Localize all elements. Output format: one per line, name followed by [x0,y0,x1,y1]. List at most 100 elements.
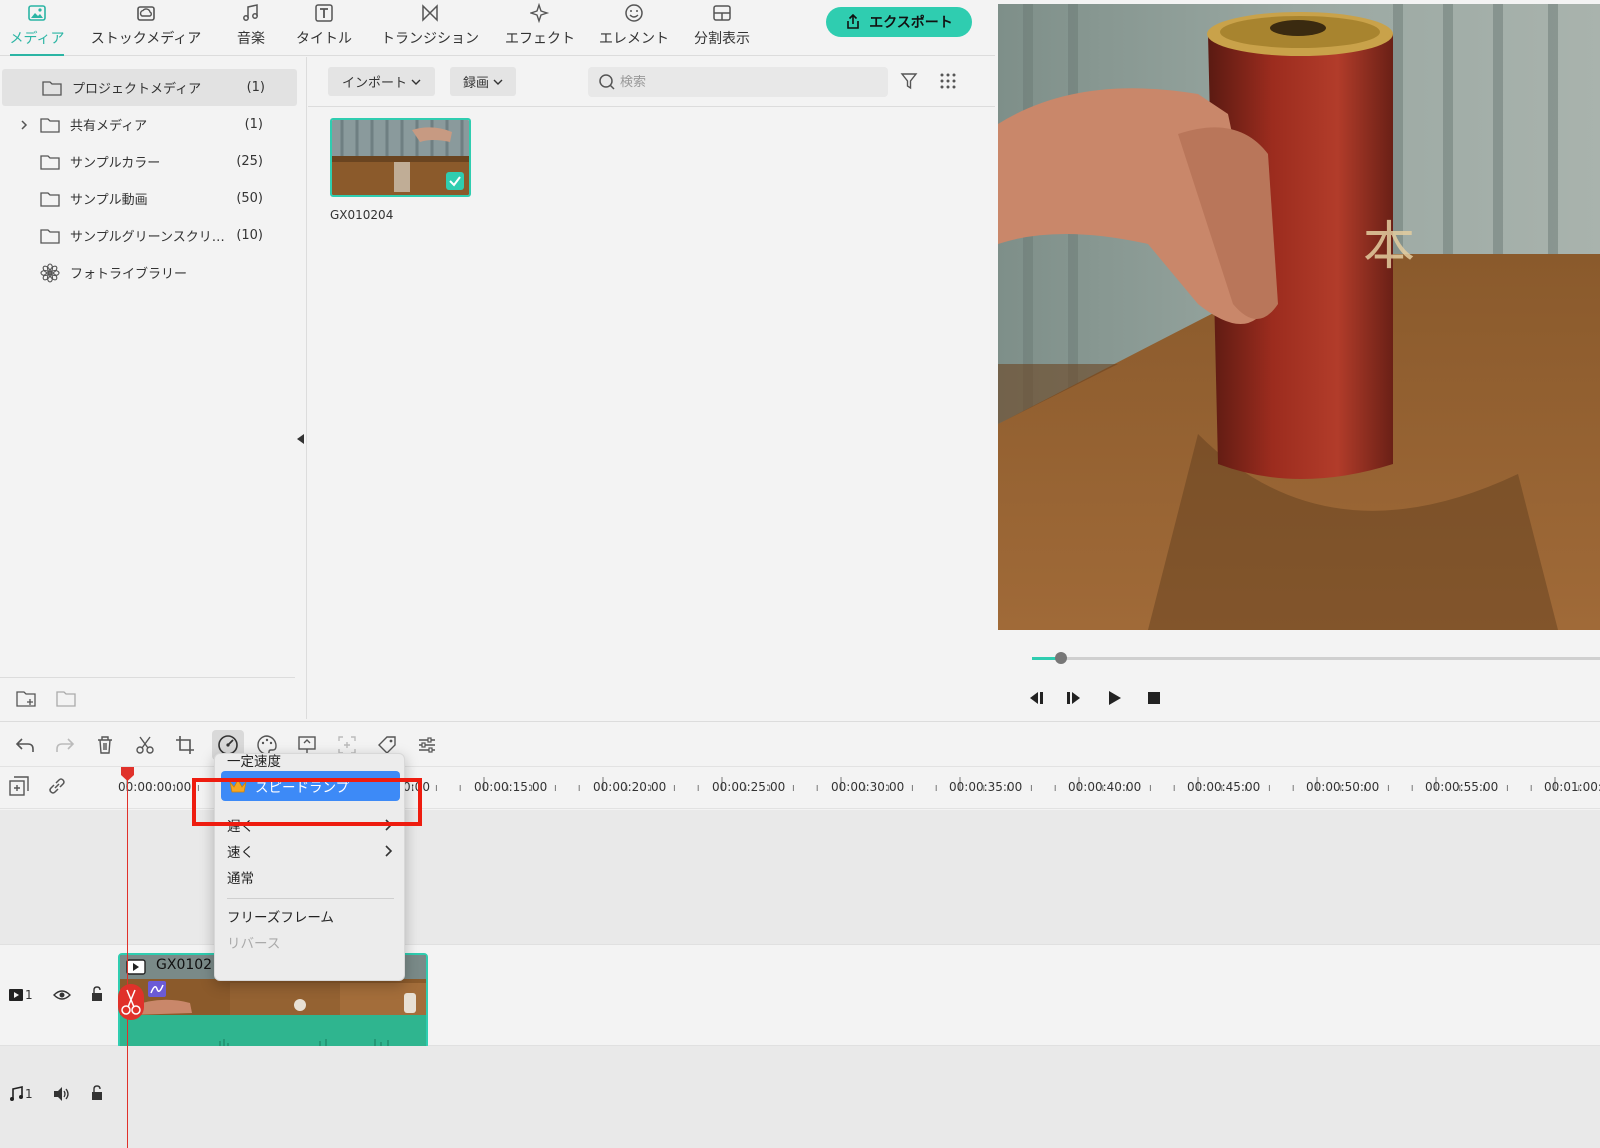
speaker-icon[interactable] [53,1086,71,1102]
lock-icon[interactable] [88,986,106,1002]
tab-music[interactable]: 音楽 [228,0,274,56]
video-track-number: 1 [25,988,33,1002]
filter-icon[interactable] [900,72,918,90]
preview-controls [998,640,1600,720]
tick-label: 00:00:55:00 [1425,780,1499,794]
tick-label: 00:00:20:00 [593,780,667,794]
audio-track-number: 1 [25,1087,33,1101]
tab-transition[interactable]: トランジション [376,0,484,56]
folder-name: サンプルグリーンスクリ… [70,230,225,245]
import-label: インポート [341,76,407,91]
menu-label: 速く [227,845,254,861]
audio-track[interactable]: 1 [0,1046,1600,1148]
tick-label: 00:00:00:00 [118,780,192,794]
import-dropdown[interactable]: インポート [328,67,435,96]
chevron-right-icon[interactable] [18,119,30,131]
folder-name: サンプルカラー [70,156,161,171]
export-label: エクスポート [869,15,953,31]
menu-label: リバース [227,936,281,952]
adjust-sliders-icon[interactable] [416,734,438,756]
undo-icon[interactable] [14,734,36,756]
chevron-down-icon [493,79,503,85]
tick-label: 00:00:15:00 [474,780,548,794]
video-preview: 本 [998,4,1600,630]
sidebar-item-sample-video[interactable]: サンプル動画 (50) [0,180,295,217]
music-note-icon [243,4,258,21]
clip-name: GX0102 [156,957,213,973]
grid-view-icon[interactable] [939,72,957,90]
sidebar-item-project-media[interactable]: プロジェクトメディア (1) [2,69,297,106]
video-track-icon [9,989,23,1001]
folder-count: (10) [236,228,263,243]
crop-icon[interactable] [174,734,196,756]
speed-curve-icon [148,981,166,997]
eye-icon[interactable] [53,987,71,1003]
folder-name: プロジェクトメディア [72,82,202,97]
export-icon [847,14,860,29]
top-tab-bar: メディア ストックメディア 音楽 タイトル トランジション エフェクト エレメン… [0,0,995,56]
sidebar-item-sample-color[interactable]: サンプルカラー (25) [0,143,295,180]
folder-icon [40,228,60,244]
menu-label: 通常 [227,871,254,887]
sidebar-item-sample-greenscreen[interactable]: サンプルグリーンスクリ… (10) [0,217,295,254]
image-icon [28,5,46,21]
folder-name: 共有メディア [70,119,148,134]
tab-element[interactable]: エレメント [596,0,672,56]
redo-icon[interactable] [54,734,76,756]
tick-label: 00:00:30:00 [831,780,905,794]
preview-frame-image: 本 [998,4,1600,630]
collapse-panel-icon[interactable] [297,434,305,444]
playback-scrubber-handle[interactable] [1055,652,1067,664]
menu-separator [227,898,394,899]
search-icon [599,74,615,90]
search-input[interactable] [620,74,870,90]
tab-split-screen[interactable]: 分割表示 [690,0,754,56]
sidebar-footer [0,677,295,719]
split-scissors-marker-icon[interactable] [118,984,144,1020]
export-button[interactable]: エクスポート [826,7,972,37]
playhead-handle[interactable] [121,767,134,781]
play-icon[interactable] [1104,688,1124,708]
tab-media[interactable]: メディア [6,0,68,56]
tick-label: 00:00:25:00 [712,780,786,794]
tab-stock-media[interactable]: ストックメディア [86,0,206,56]
transition-icon [422,4,438,22]
media-library-sidebar: プロジェクトメディア (1) 共有メディア (1) サンプルカラー (25) サ… [0,57,307,719]
stop-icon[interactable] [1144,688,1164,708]
menu-item-fast[interactable]: 速く [215,839,406,863]
media-toolbar: インポート 録画 [308,57,995,107]
step-back-icon[interactable] [1026,688,1046,708]
tick-label: 00:00:50:00 [1306,780,1380,794]
menu-item-constant-speed[interactable]: 一定速度 [215,750,406,770]
tick-label: 00:01:00: [1544,780,1600,794]
menu-item-normal[interactable]: 通常 [215,865,406,889]
tab-label: 音楽 [237,31,265,47]
folder-icon [40,117,60,133]
scissors-icon[interactable] [134,734,156,756]
sidebar-item-shared-media[interactable]: 共有メディア (1) [0,106,295,143]
tab-label: エレメント [599,31,669,47]
highlight-annotation-box [192,778,422,826]
playhead-line[interactable] [127,767,128,1148]
svg-text:本: 本 [1363,217,1415,277]
step-forward-icon[interactable] [1064,688,1084,708]
folder-outline-icon[interactable] [56,690,78,708]
search-box [588,67,888,97]
sidebar-item-photo-library[interactable]: フォトライブラリー [0,254,295,291]
playback-progress-bar[interactable] [1032,652,1600,664]
split-screen-icon [713,5,731,21]
tab-title[interactable]: タイトル [292,0,356,56]
chevron-down-icon [411,79,421,85]
media-thumbnail[interactable] [330,118,471,197]
record-dropdown[interactable]: 録画 [450,67,516,96]
tick-label: 00:00:45:00 [1187,780,1261,794]
lock-icon[interactable] [88,1085,106,1101]
media-grid: GX010204 [308,108,995,719]
menu-item-freeze-frame[interactable]: フリーズフレーム [215,904,406,928]
tab-effect[interactable]: エフェクト [502,0,578,56]
folder-name: サンプル動画 [70,193,148,208]
new-folder-icon[interactable] [16,690,38,708]
clip-video-icon [126,959,146,975]
trash-icon[interactable] [94,734,116,756]
tab-label: 分割表示 [694,31,750,47]
